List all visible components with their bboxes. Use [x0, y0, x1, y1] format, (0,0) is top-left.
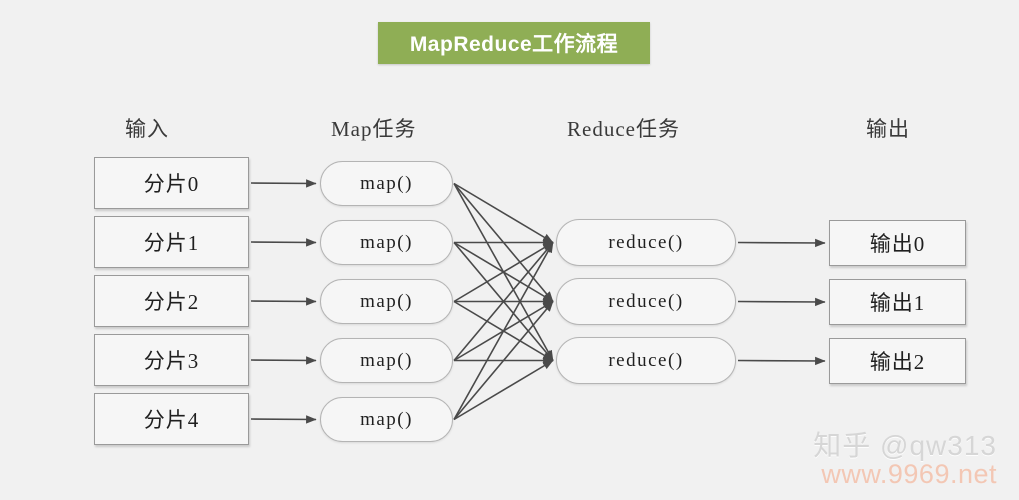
column-header-output: 输出	[866, 117, 910, 141]
map-node-label: map()	[360, 231, 413, 253]
edge-map-to-reduce	[453, 300, 554, 421]
edge-map-to-reduce	[453, 241, 554, 362]
split-node-label: 分片1	[143, 231, 200, 255]
edge-map-to-reduce	[453, 300, 554, 362]
edge-split-to-map	[250, 356, 317, 365]
title-text: MapReduce工作流程	[409, 33, 619, 56]
diagram-canvas: MapReduce工作流程 输入 Map任务 Reduce任务 输出 分片0 分片…	[0, 0, 1019, 500]
split-node-2[interactable]: 分片2	[94, 275, 249, 327]
map-node-label: map()	[360, 349, 413, 371]
reduce-node-0[interactable]: reduce()	[556, 219, 736, 266]
edge-split-to-map	[250, 238, 317, 247]
edge-map-to-reduce	[453, 241, 554, 362]
edge-reduce-to-output	[737, 297, 826, 307]
reduce-node-1[interactable]: reduce()	[556, 278, 736, 325]
edge-map-to-reduce	[453, 241, 554, 303]
map-node-1[interactable]: map()	[320, 220, 453, 265]
edge-reduce-to-output	[737, 238, 826, 248]
split-node-label: 分片3	[143, 349, 200, 373]
output-node-0[interactable]: 输出0	[829, 220, 966, 266]
column-header-reduce: Reduce任务	[567, 117, 680, 141]
map-node-3[interactable]: map()	[320, 338, 453, 383]
title-banner: MapReduce工作流程	[378, 22, 650, 64]
split-node-label: 分片4	[143, 408, 200, 432]
edge-reduce-to-output	[737, 356, 826, 366]
edge-map-to-reduce	[453, 359, 554, 421]
split-node-1[interactable]: 分片1	[94, 216, 249, 268]
output-node-label: 输出0	[869, 232, 926, 256]
edge-map-to-reduce	[453, 300, 554, 362]
split-node-0[interactable]: 分片0	[94, 157, 249, 209]
edge-map-to-reduce	[453, 182, 554, 244]
watermark-site: www.9969.net	[821, 459, 997, 489]
split-node-label: 分片2	[143, 290, 200, 314]
split-node-4[interactable]: 分片4	[94, 393, 249, 445]
edge-map-to-reduce	[453, 182, 554, 303]
column-header-map: Map任务	[331, 117, 417, 141]
edge-split-to-map	[250, 415, 317, 424]
edge-split-to-map	[250, 179, 317, 188]
split-node-3[interactable]: 分片3	[94, 334, 249, 386]
output-node-label: 输出2	[869, 350, 926, 374]
output-node-label: 输出1	[869, 291, 926, 315]
edge-split-to-map	[250, 297, 317, 306]
map-node-label: map()	[360, 408, 413, 430]
map-node-2[interactable]: map()	[320, 279, 453, 324]
column-header-input: 输入	[125, 117, 169, 141]
map-node-0[interactable]: map()	[320, 161, 453, 206]
map-node-label: map()	[360, 172, 413, 194]
map-node-4[interactable]: map()	[320, 397, 453, 442]
reduce-node-2[interactable]: reduce()	[556, 337, 736, 384]
output-node-1[interactable]: 输出1	[829, 279, 966, 325]
output-node-2[interactable]: 输出2	[829, 338, 966, 384]
split-node-label: 分片0	[143, 172, 200, 196]
edge-map-to-reduce	[453, 183, 554, 362]
reduce-node-label: reduce()	[608, 231, 684, 253]
map-node-label: map()	[360, 290, 413, 312]
reduce-node-label: reduce()	[608, 349, 684, 371]
reduce-node-label: reduce()	[608, 290, 684, 312]
watermark-zhihu: 知乎 @qw313	[813, 430, 997, 461]
edge-map-to-reduce	[453, 241, 554, 420]
edge-map-to-reduce	[453, 241, 554, 303]
